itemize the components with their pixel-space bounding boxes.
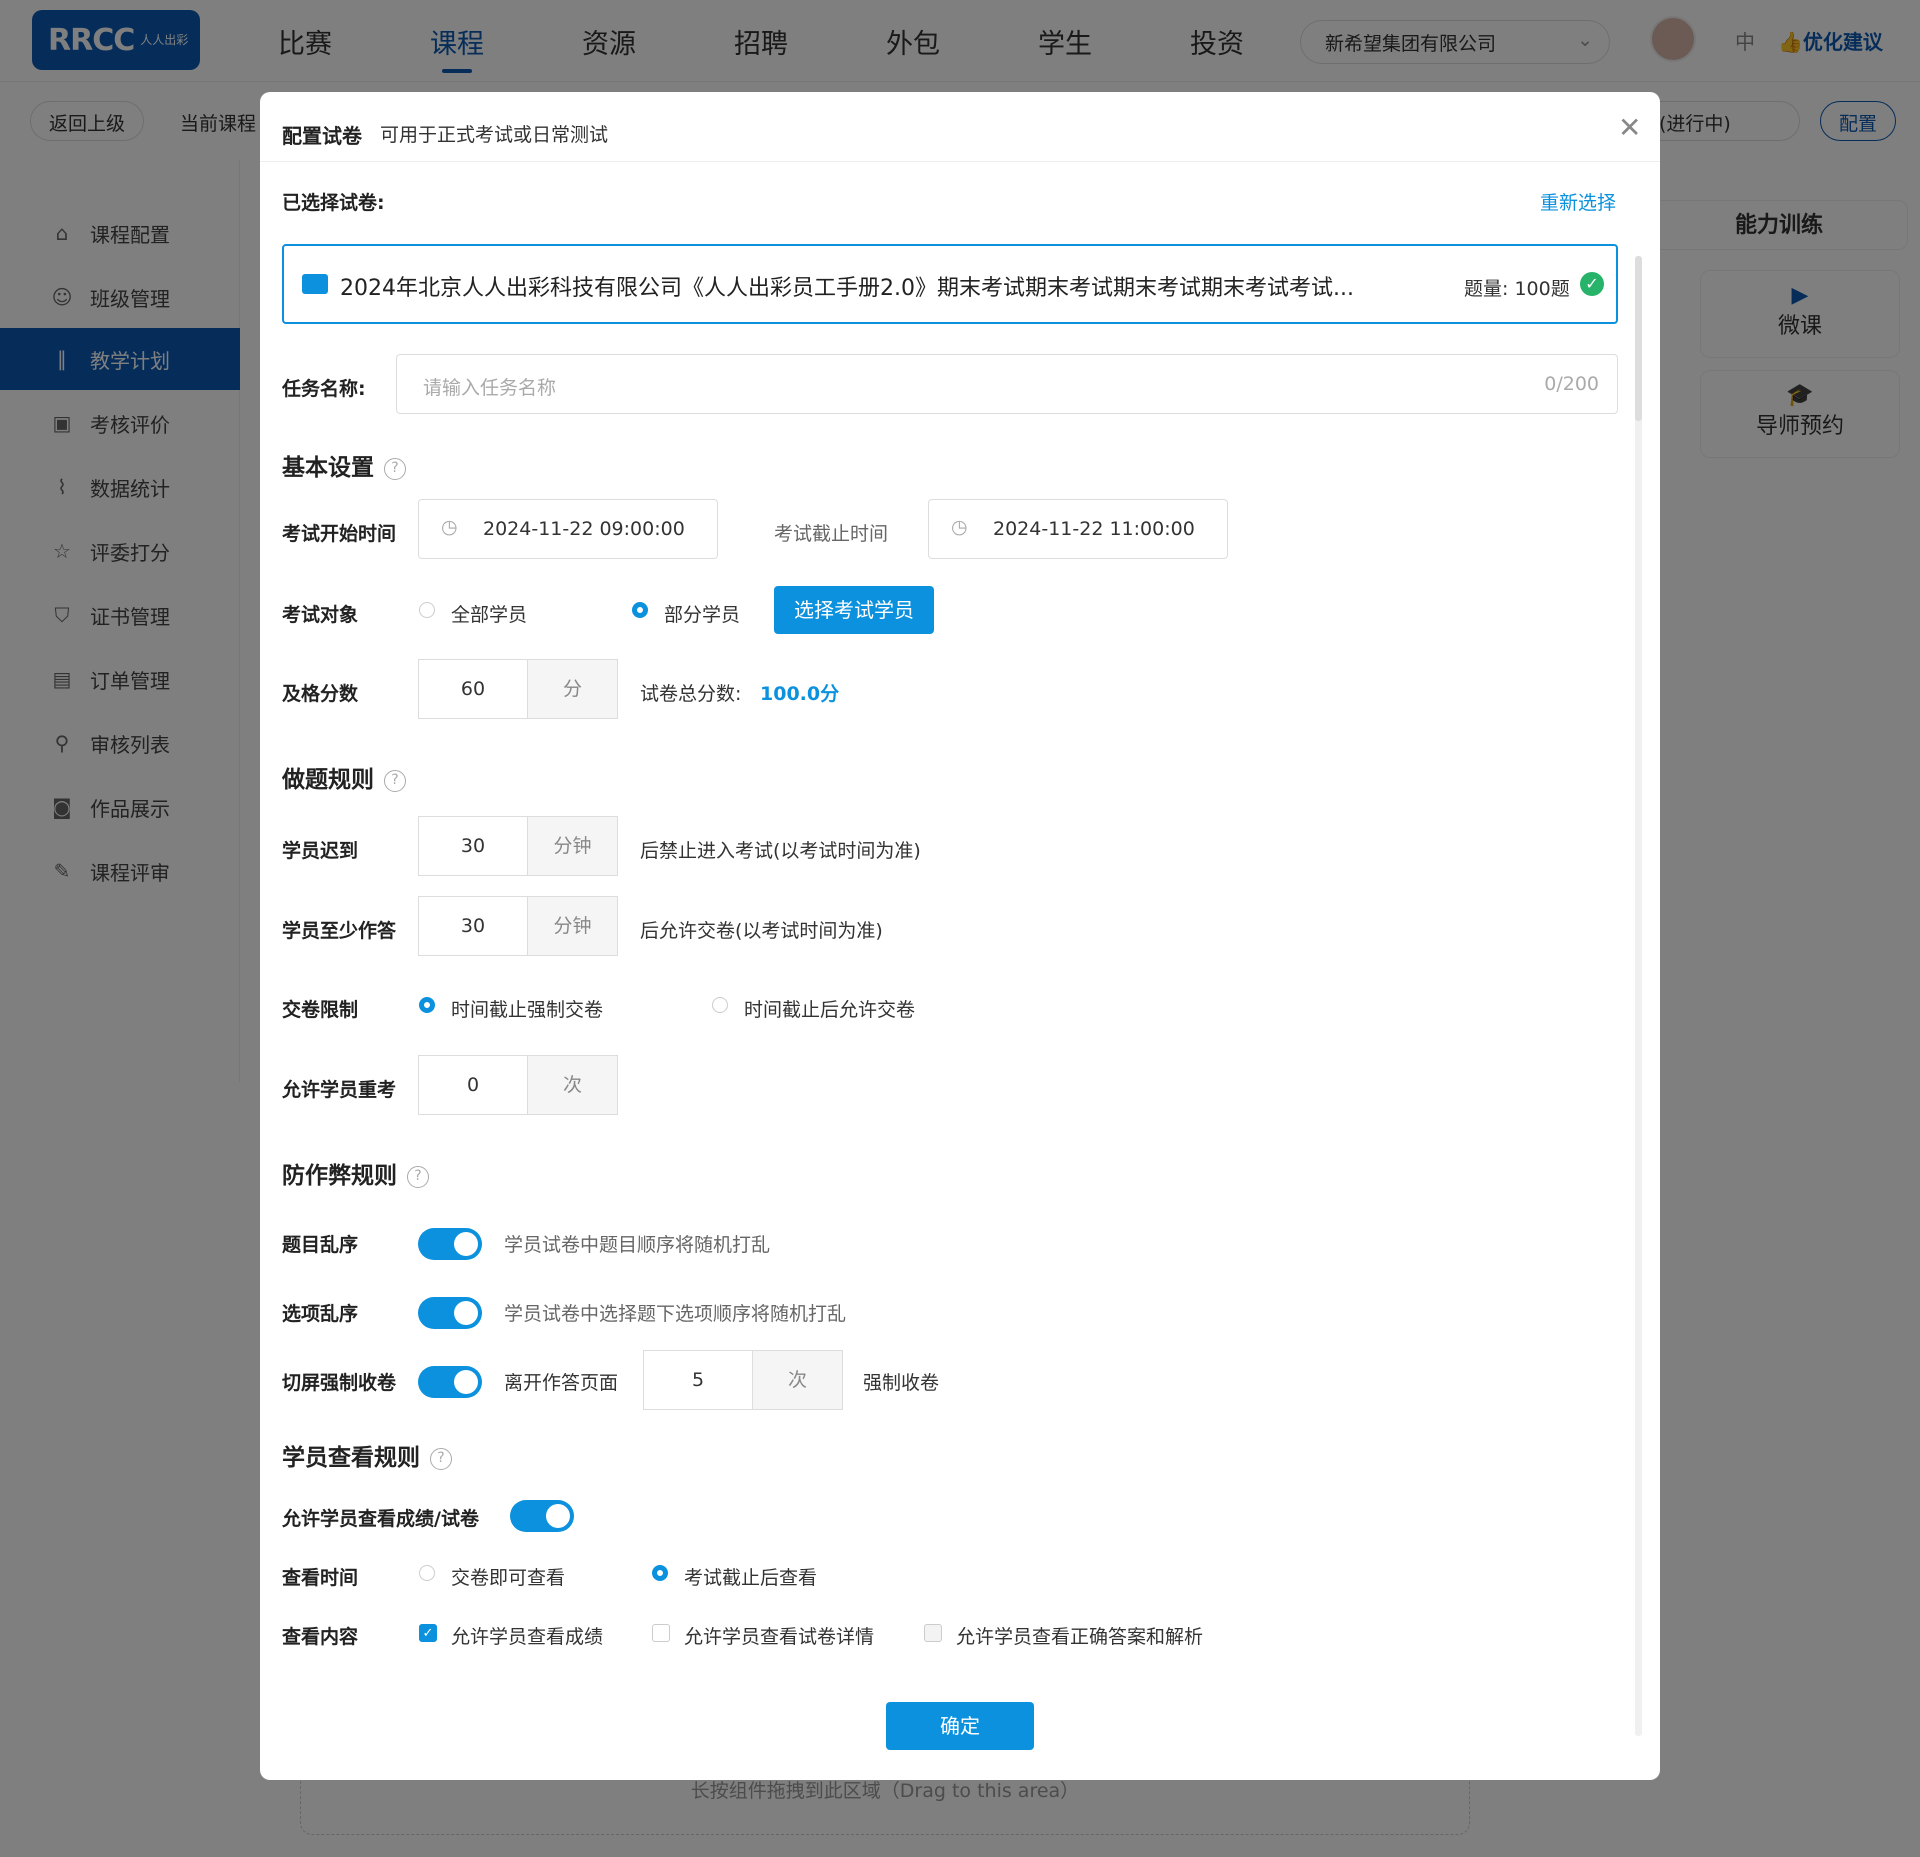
help-icon[interactable]: ? <box>384 769 406 792</box>
modal-title: 配置试卷 <box>282 124 362 148</box>
late-label: 学员迟到 <box>282 840 359 862</box>
check-circle-icon: ✓ <box>1580 272 1604 296</box>
switch-screen-prefix: 离开作答页面 <box>504 1372 619 1394</box>
help-icon[interactable]: ? <box>430 1447 452 1470</box>
switch-screen-count-input[interactable]: 5 次 <box>643 1350 843 1410</box>
min-answer-input[interactable]: 30 分钟 <box>418 896 618 956</box>
start-time-label: 考试开始时间 <box>282 523 397 545</box>
view-score-label: 允许学员查看成绩 <box>451 1626 604 1648</box>
view-rules-title: 学员查看规则? <box>282 1438 452 1472</box>
radio-view-after-submit[interactable] <box>419 1565 435 1581</box>
view-after-submit-label: 交卷即可查看 <box>451 1567 566 1589</box>
select-students-button[interactable]: 选择考试学员 <box>774 586 934 634</box>
min-answer-description: 后允许交卷(以考试时间为准) <box>640 920 883 942</box>
late-minutes-unit: 分钟 <box>527 817 617 875</box>
shuffle-options-description: 学员试卷中选择题下选项顺序将随机打乱 <box>504 1303 847 1325</box>
start-time-value: 2024-11-22 09:00:00 <box>483 518 685 540</box>
paper-question-count: 题量: 100题 <box>1464 278 1570 300</box>
view-content-label: 查看内容 <box>282 1626 359 1648</box>
view-time-label: 查看时间 <box>282 1567 359 1589</box>
allow-late-submit-label: 时间截止后允许交卷 <box>744 999 916 1021</box>
selected-paper-label: 已选择试卷: <box>282 192 385 214</box>
retake-label: 允许学员重考 <box>282 1079 397 1101</box>
force-submit-label: 时间截止强制交卷 <box>451 999 604 1021</box>
radio-partial-students[interactable] <box>632 602 648 618</box>
pass-score-input[interactable]: 60 分 <box>418 659 618 719</box>
allow-view-toggle[interactable] <box>510 1500 574 1532</box>
scrollbar-thumb[interactable] <box>1635 256 1642 421</box>
basic-settings-label: 基本设置 <box>282 455 374 481</box>
view-rules-label: 学员查看规则 <box>282 1445 420 1471</box>
close-icon[interactable]: ✕ <box>1618 114 1641 142</box>
modal-scrollbar[interactable] <box>1635 256 1642 1736</box>
start-time-picker[interactable]: ◷ 2024-11-22 09:00:00 <box>418 499 718 559</box>
end-time-value: 2024-11-22 11:00:00 <box>993 518 1195 540</box>
total-score-value: 100.0分 <box>760 683 840 705</box>
shuffle-questions-description: 学员试卷中题目顺序将随机打乱 <box>504 1234 771 1256</box>
checkbox-view-answers[interactable] <box>924 1624 942 1642</box>
total-score-label: 试卷总分数: <box>640 683 742 705</box>
task-name-label: 任务名称: <box>282 378 366 400</box>
help-icon[interactable]: ? <box>384 457 406 480</box>
task-name-placeholder: 请输入任务名称 <box>423 377 557 399</box>
end-time-picker[interactable]: ◷ 2024-11-22 11:00:00 <box>928 499 1228 559</box>
view-answers-label: 允许学员查看正确答案和解析 <box>956 1626 1204 1648</box>
switch-screen-toggle[interactable] <box>418 1366 482 1398</box>
shuffle-options-toggle[interactable] <box>418 1297 482 1329</box>
config-exam-modal: 配置试卷 可用于正式考试或日常测试 ✕ 已选择试卷: 重新选择 2024年北京人… <box>260 92 1660 1780</box>
retake-count-input[interactable]: 0 次 <box>418 1055 618 1115</box>
confirm-button[interactable]: 确定 <box>886 1702 1034 1750</box>
paper-title: 2024年北京人人出彩科技有限公司《人人出彩员工手册2.0》期末考试期末考试期末… <box>340 276 1354 301</box>
help-icon[interactable]: ? <box>407 1165 429 1188</box>
switch-screen-label: 切屏强制收卷 <box>282 1372 397 1394</box>
late-description: 后禁止进入考试(以考试时间为准) <box>640 840 921 862</box>
min-answer-value: 30 <box>460 915 486 937</box>
modal-header: 配置试卷 可用于正式考试或日常测试 ✕ <box>260 92 1660 162</box>
view-paper-detail-label: 允许学员查看试卷详情 <box>684 1626 875 1648</box>
shuffle-questions-label: 题目乱序 <box>282 1234 359 1256</box>
answer-rules-label: 做题规则 <box>282 767 374 793</box>
anti-cheat-title: 防作弊规则? <box>282 1156 429 1190</box>
min-answer-label: 学员至少作答 <box>282 920 397 942</box>
pass-score-label: 及格分数 <box>282 683 359 705</box>
modal-subtitle: 可用于正式考试或日常测试 <box>380 124 609 146</box>
anti-cheat-label: 防作弊规则 <box>282 1163 397 1189</box>
book-icon <box>302 274 328 294</box>
late-minutes-value: 30 <box>460 835 486 857</box>
reselect-link[interactable]: 重新选择 <box>1540 188 1616 215</box>
pass-score-value: 60 <box>460 678 486 700</box>
task-name-counter: 0/200 <box>1544 373 1599 395</box>
selected-paper-card[interactable]: 2024年北京人人出彩科技有限公司《人人出彩员工手册2.0》期末考试期末考试期末… <box>282 244 1618 324</box>
switch-screen-suffix: 强制收卷 <box>863 1372 940 1394</box>
radio-allow-late-submit[interactable] <box>712 997 728 1013</box>
radio-view-after-deadline[interactable] <box>652 1565 668 1581</box>
pass-score-unit: 分 <box>527 660 617 718</box>
radio-force-submit[interactable] <box>419 997 435 1013</box>
late-minutes-input[interactable]: 30 分钟 <box>418 816 618 876</box>
checkbox-view-paper-detail[interactable] <box>652 1624 670 1642</box>
partial-students-label: 部分学员 <box>664 604 741 626</box>
min-answer-unit: 分钟 <box>527 897 617 955</box>
radio-all-students[interactable] <box>419 602 435 618</box>
answer-rules-title: 做题规则? <box>282 760 406 794</box>
clock-icon: ◷ <box>441 516 458 538</box>
exam-target-label: 考试对象 <box>282 604 359 626</box>
retake-count-value: 0 <box>466 1074 480 1096</box>
view-after-deadline-label: 考试截止后查看 <box>684 1567 818 1589</box>
submit-limit-label: 交卷限制 <box>282 999 359 1021</box>
end-time-label: 考试截止时间 <box>774 523 889 545</box>
task-name-input[interactable]: 请输入任务名称 0/200 <box>396 354 1618 414</box>
shuffle-questions-toggle[interactable] <box>418 1228 482 1260</box>
retake-count-unit: 次 <box>527 1056 617 1114</box>
clock-icon: ◷ <box>951 516 968 538</box>
switch-screen-count-value: 5 <box>691 1369 705 1391</box>
checkbox-view-score[interactable]: ✓ <box>419 1624 437 1642</box>
switch-screen-count-unit: 次 <box>752 1351 842 1409</box>
basic-settings-title: 基本设置? <box>282 448 406 482</box>
all-students-label: 全部学员 <box>451 604 528 626</box>
shuffle-options-label: 选项乱序 <box>282 1303 359 1325</box>
allow-view-label: 允许学员查看成绩/试卷 <box>282 1508 479 1530</box>
